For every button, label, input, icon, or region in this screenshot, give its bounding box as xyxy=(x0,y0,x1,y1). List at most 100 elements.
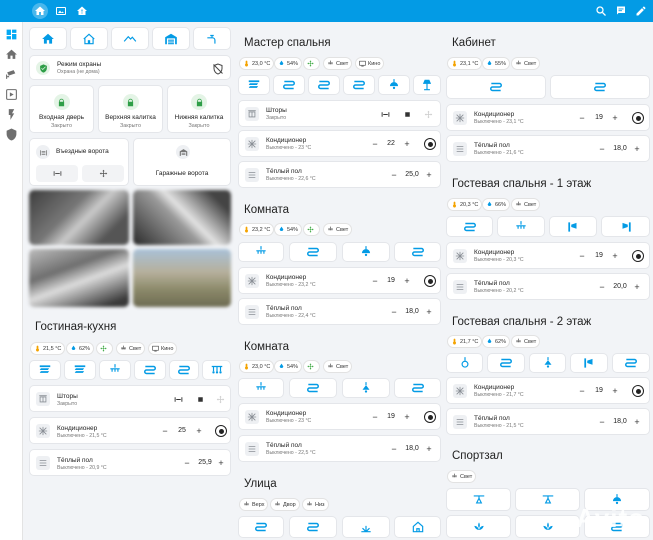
led-strip-button[interactable] xyxy=(289,378,337,398)
minus-button[interactable]: − xyxy=(577,386,587,396)
minus-button[interactable]: − xyxy=(160,426,170,436)
plus-button[interactable]: + xyxy=(216,458,226,468)
camera-feed-4[interactable] xyxy=(133,249,231,307)
led-strip-button[interactable] xyxy=(289,242,337,262)
minus-button[interactable]: − xyxy=(597,144,607,154)
fan-chip[interactable] xyxy=(303,223,320,236)
plus-button[interactable]: + xyxy=(632,144,642,154)
camera-feed-1[interactable] xyxy=(29,190,129,245)
blind-scene-button[interactable] xyxy=(238,75,270,95)
cinema-chip[interactable]: Кино xyxy=(355,57,385,70)
scene-tap-button[interactable] xyxy=(193,27,231,50)
pendant-lamp-button[interactable] xyxy=(342,242,390,262)
scene-home-outline-button[interactable] xyxy=(70,27,108,50)
lightning-icon[interactable] xyxy=(5,108,18,121)
power-mode-button[interactable] xyxy=(215,425,227,437)
minus-button[interactable]: − xyxy=(370,139,380,149)
blinds-close-button[interactable] xyxy=(172,393,184,405)
minus-button[interactable]: − xyxy=(389,170,399,180)
ring-lamp-button[interactable] xyxy=(446,353,483,373)
shield-off-icon[interactable] xyxy=(212,62,224,75)
light-chip-yard[interactable]: Двор xyxy=(270,498,300,511)
led-strip-button[interactable] xyxy=(394,378,441,398)
plus-button[interactable]: + xyxy=(424,307,434,317)
gate-stop-button[interactable] xyxy=(36,165,78,182)
minus-button[interactable]: − xyxy=(389,444,399,454)
plus-button[interactable]: + xyxy=(194,426,204,436)
led-strip-button[interactable] xyxy=(169,360,199,380)
plus-button[interactable]: + xyxy=(424,170,434,180)
power-mode-button[interactable] xyxy=(424,411,436,423)
minus-button[interactable]: − xyxy=(597,417,607,427)
plus-button[interactable]: + xyxy=(402,276,412,286)
plus-button[interactable]: + xyxy=(402,412,412,422)
blind-scene-button[interactable] xyxy=(29,360,61,380)
security-mode-card[interactable]: Режим охраны Охрана (не дома) xyxy=(29,55,231,80)
light-chip-lower[interactable]: Низ xyxy=(302,498,329,511)
pendant-lamp-button[interactable] xyxy=(378,75,410,95)
lotus-light-button[interactable] xyxy=(446,515,511,538)
power-mode-button[interactable] xyxy=(424,138,436,150)
light-chip[interactable]: Свет xyxy=(116,342,146,355)
house-alert-icon[interactable] xyxy=(74,3,90,19)
outdoor-light-button[interactable] xyxy=(342,516,390,538)
floor-lamp-button[interactable] xyxy=(413,75,441,95)
plus-button[interactable]: + xyxy=(632,417,642,427)
minus-button[interactable]: − xyxy=(597,282,607,292)
chat-icon[interactable] xyxy=(613,3,629,19)
dashboard-icon[interactable] xyxy=(5,28,18,41)
led-strip-button[interactable] xyxy=(134,360,166,380)
plus-button[interactable]: + xyxy=(402,139,412,149)
spotlights-button[interactable] xyxy=(202,360,231,380)
blinds-stop-button[interactable] xyxy=(194,393,206,405)
pendant-lamp-button[interactable] xyxy=(529,353,566,373)
led-strip-button[interactable] xyxy=(446,216,493,237)
minus-button[interactable]: − xyxy=(577,113,587,123)
plus-button[interactable]: + xyxy=(610,113,620,123)
light-chip[interactable]: Свет xyxy=(323,223,353,236)
led-strip-button[interactable] xyxy=(273,75,305,95)
lotus-light-button[interactable] xyxy=(515,515,580,538)
chandelier-button[interactable] xyxy=(238,242,284,262)
led-strip-button[interactable] xyxy=(446,75,546,99)
light-chip[interactable]: Свет xyxy=(511,335,541,348)
chandelier-button[interactable] xyxy=(99,360,131,380)
garage-gate-card[interactable]: Гаражные ворота xyxy=(133,138,231,186)
cinema-chip[interactable]: Кино xyxy=(148,342,178,355)
power-mode-button[interactable] xyxy=(424,275,436,287)
wall-lamp-button[interactable] xyxy=(601,216,650,237)
chandelier-button[interactable] xyxy=(497,216,545,237)
blinds-close-button[interactable] xyxy=(379,108,391,120)
led-strip-button[interactable] xyxy=(550,75,650,99)
minus-button[interactable]: − xyxy=(370,276,380,286)
light-chip[interactable]: Свет xyxy=(511,198,541,211)
power-mode-button[interactable] xyxy=(632,250,644,262)
spotlight-button[interactable] xyxy=(446,488,511,511)
led-strip-button[interactable] xyxy=(238,516,284,538)
fan-chip[interactable] xyxy=(303,360,320,373)
scene-garage-button[interactable] xyxy=(152,27,190,50)
wall-lamp-button[interactable] xyxy=(549,216,597,237)
led-strip-button[interactable] xyxy=(612,353,650,373)
house-light-button[interactable] xyxy=(394,516,441,538)
fan-chip[interactable] xyxy=(96,342,113,355)
lock-card-front-door[interactable]: Входная дверь Закрыто xyxy=(29,85,94,133)
led-strip-button[interactable] xyxy=(308,75,340,95)
wall-lamp-button[interactable] xyxy=(570,353,608,373)
cctv-icon[interactable] xyxy=(5,68,18,81)
led-strip-button[interactable] xyxy=(289,516,337,538)
light-chip[interactable]: Свет xyxy=(511,57,541,70)
camera-feed-3[interactable] xyxy=(29,249,129,307)
pencil-icon[interactable] xyxy=(633,3,649,19)
plus-button[interactable]: + xyxy=(610,251,620,261)
home-icon[interactable] xyxy=(5,48,18,61)
light-chip[interactable]: Свет xyxy=(323,57,353,70)
minus-button[interactable]: − xyxy=(182,458,192,468)
picture-icon[interactable] xyxy=(53,3,69,19)
blinds-open-button[interactable] xyxy=(214,393,226,405)
minus-button[interactable]: − xyxy=(577,251,587,261)
lock-card-upper-gate[interactable]: Верхняя калитка Закрыто xyxy=(98,85,163,133)
scene-home-button[interactable] xyxy=(29,27,67,50)
scene-roof-button[interactable] xyxy=(111,27,149,50)
blinds-open-button[interactable] xyxy=(422,108,434,120)
